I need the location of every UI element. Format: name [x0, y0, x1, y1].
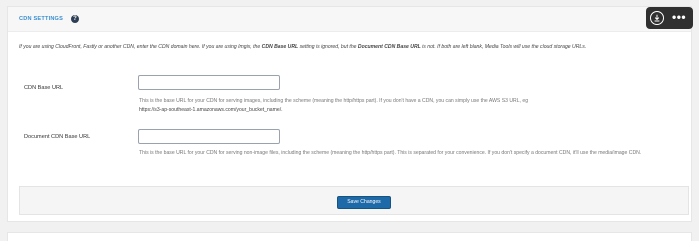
section-title: CDN Settings: [19, 16, 64, 22]
cdn-base-url-label: CDN Base URL: [24, 85, 64, 91]
save-changes-button[interactable]: Save Changes: [337, 196, 391, 209]
next-settings-panel: [7, 232, 692, 241]
download-icon[interactable]: [650, 11, 664, 25]
help-icon[interactable]: ?: [71, 15, 79, 23]
more-options-icon[interactable]: •••: [672, 10, 686, 24]
document-cdn-base-url-description: This is the base URL for your CDN for se…: [139, 150, 642, 156]
document-cdn-base-url-label: Document CDN Base URL: [24, 134, 91, 140]
cdn-base-url-example: https://s3-ap-southeast-1.amazonaws.com/…: [139, 107, 283, 113]
form-footer: Save Changes: [19, 186, 689, 215]
cdn-settings-panel: CDN Settings ? If you are using CloudFro…: [7, 6, 692, 222]
cdn-base-url-description: This is the base URL for your CDN for se…: [139, 98, 529, 113]
document-cdn-base-url-input[interactable]: [138, 129, 280, 144]
cdn-base-url-input[interactable]: [138, 75, 280, 90]
intro-text: If you are using CloudFront, Fastly or a…: [19, 44, 587, 50]
image-overlay-controls: •••: [646, 7, 693, 29]
panel-header: CDN Settings ?: [8, 7, 691, 32]
